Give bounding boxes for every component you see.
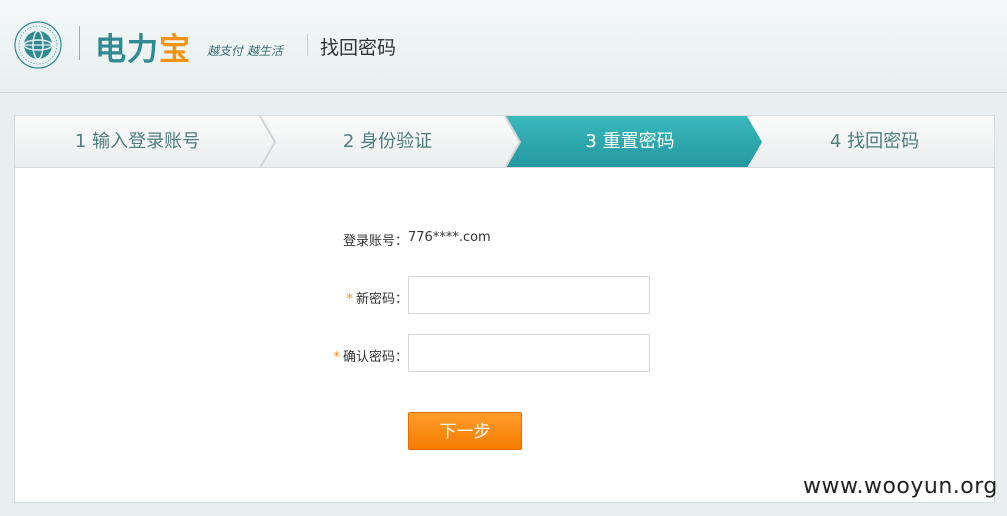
title-divider — [307, 34, 308, 56]
step-1-label: 1 输入登录账号 — [74, 131, 201, 152]
new-password-input[interactable] — [408, 276, 650, 314]
confirm-password-input[interactable] — [408, 334, 650, 372]
header-divider — [79, 26, 80, 60]
account-label: 登录账号： — [342, 234, 408, 249]
confirm-password-label: * 确认密码： — [298, 346, 408, 365]
step-4-label: 4 找回密码 — [829, 131, 920, 152]
step-2-label: 2 身份验证 — [342, 131, 433, 152]
brand-main-text: 电力 — [95, 32, 159, 67]
brand-accent-text: 宝 — [159, 32, 191, 67]
page-title: 找回密码 — [320, 37, 397, 59]
step-3-label: 3 重置密码 — [585, 131, 675, 152]
new-password-label-text: 新密码： — [355, 292, 408, 307]
confirm-password-label-text: 确认密码： — [342, 350, 408, 365]
next-step-button[interactable]: 下一步 — [408, 412, 522, 450]
step-progress-bar: 1 输入登录账号 2 身份验证 3 重置密码 4 找回密码 — [15, 116, 994, 168]
required-marker: * — [346, 292, 353, 307]
brand-logo[interactable]: 电力宝 — [95, 24, 191, 69]
new-password-label: * 新密码： — [298, 288, 408, 307]
reset-password-panel: 1 输入登录账号 2 身份验证 3 重置密码 4 找回密码 登录账号： 776*… — [14, 115, 995, 503]
header: 电力宝 越支付 越生活 找回密码 — [0, 0, 1007, 93]
required-marker: * — [333, 350, 340, 365]
brand-slogan: 越支付 越生活 — [207, 44, 283, 58]
watermark: www.wooyun.org — [803, 474, 998, 499]
account-value: 776****.com — [408, 230, 491, 245]
state-grid-logo-icon — [14, 21, 62, 69]
